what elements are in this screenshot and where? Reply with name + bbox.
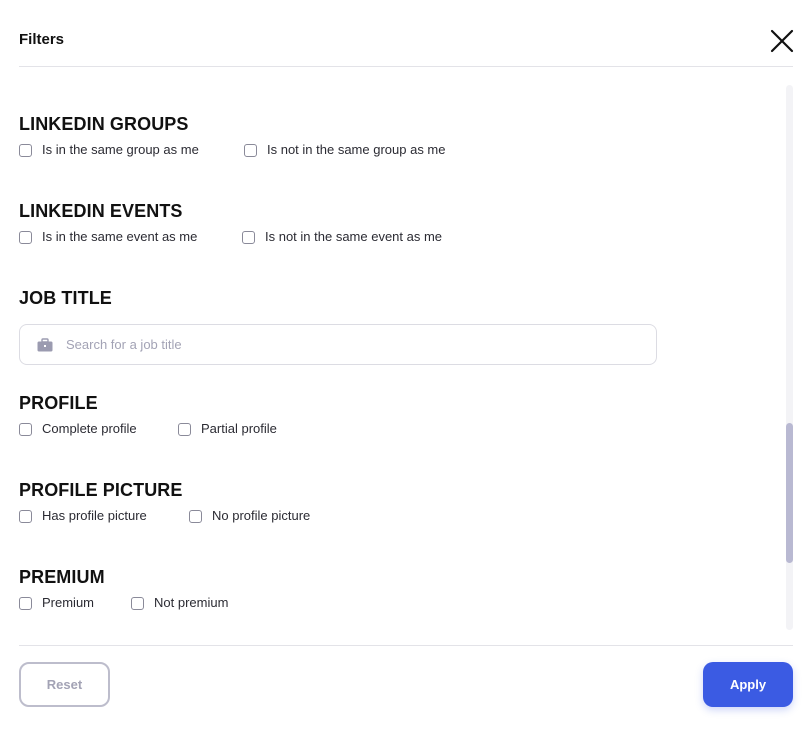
section-profile-picture: PROFILE PICTURE Has profile picture No p… [19, 479, 310, 523]
page-title: Filters [19, 31, 65, 48]
checkbox-box[interactable] [19, 509, 32, 523]
close-icon [770, 29, 794, 53]
job-title-search[interactable] [19, 324, 657, 365]
checkbox-not-same-group[interactable]: Is not in the same group as me [244, 142, 445, 158]
checkbox-label: Partial profile [201, 421, 277, 436]
checkbox-box[interactable] [178, 422, 191, 436]
checkbox-complete-profile[interactable]: Complete profile [19, 421, 137, 437]
scrollbar-thumb[interactable] [786, 423, 793, 563]
checkbox-label: Premium [42, 595, 95, 610]
section-title-premium: PREMIUM [19, 567, 105, 587]
section-title-job-title: JOB TITLE [19, 288, 112, 308]
section-title-profile: PROFILE [19, 393, 98, 413]
checkbox-not-premium[interactable]: Not premium [131, 595, 228, 611]
section-title-linkedin-events: LINKEDIN EVENTS [19, 201, 183, 221]
checkbox-box[interactable] [242, 230, 255, 244]
checkbox-label: Is not in the same group as me [267, 142, 446, 157]
checkbox-not-same-event[interactable]: Is not in the same event as me [242, 229, 442, 245]
checkbox-label: Has profile picture [42, 508, 147, 523]
checkbox-label: Is not in the same event as me [265, 229, 443, 244]
checkbox-box[interactable] [131, 596, 144, 610]
checkbox-partial-profile[interactable]: Partial profile [178, 421, 277, 437]
filters-content: LINKEDIN GROUPS Is in the same group as … [0, 67, 790, 645]
checkbox-box[interactable] [189, 509, 202, 523]
close-button[interactable] [768, 27, 796, 55]
checkbox-premium[interactable]: Premium [19, 595, 94, 611]
section-title-profile-picture: PROFILE PICTURE [19, 480, 183, 500]
checkbox-label: Not premium [154, 595, 229, 610]
briefcase-icon [37, 337, 53, 351]
section-job-title: JOB TITLE [19, 287, 657, 365]
apply-button[interactable]: Apply [703, 662, 793, 707]
checkbox-label: Complete profile [42, 421, 137, 436]
section-title-linkedin-groups: LINKEDIN GROUPS [19, 114, 189, 134]
footer-divider [19, 645, 793, 646]
section-linkedin-groups: LINKEDIN GROUPS Is in the same group as … [19, 113, 445, 157]
filters-header: Filters [0, 0, 811, 67]
checkbox-box[interactable] [244, 143, 257, 157]
section-profile: PROFILE Complete profile Partial profile [19, 392, 277, 436]
job-title-input[interactable] [64, 336, 628, 353]
checkbox-box[interactable] [19, 596, 32, 610]
checkbox-has-profile-picture[interactable]: Has profile picture [19, 508, 147, 524]
reset-button[interactable]: Reset [19, 662, 110, 707]
scrollbar-track[interactable] [786, 85, 793, 630]
checkbox-box[interactable] [19, 230, 32, 244]
checkbox-label: No profile picture [212, 508, 311, 523]
checkbox-box[interactable] [19, 143, 32, 157]
checkbox-label: Is in the same event as me [42, 229, 198, 244]
section-premium: PREMIUM Premium Not premium [19, 566, 228, 610]
section-linkedin-events: LINKEDIN EVENTS Is in the same event as … [19, 200, 442, 244]
checkbox-same-group[interactable]: Is in the same group as me [19, 142, 199, 158]
checkbox-same-event[interactable]: Is in the same event as me [19, 229, 197, 245]
checkbox-box[interactable] [19, 422, 32, 436]
checkbox-no-profile-picture[interactable]: No profile picture [189, 508, 310, 524]
checkbox-label: Is in the same group as me [42, 142, 199, 157]
